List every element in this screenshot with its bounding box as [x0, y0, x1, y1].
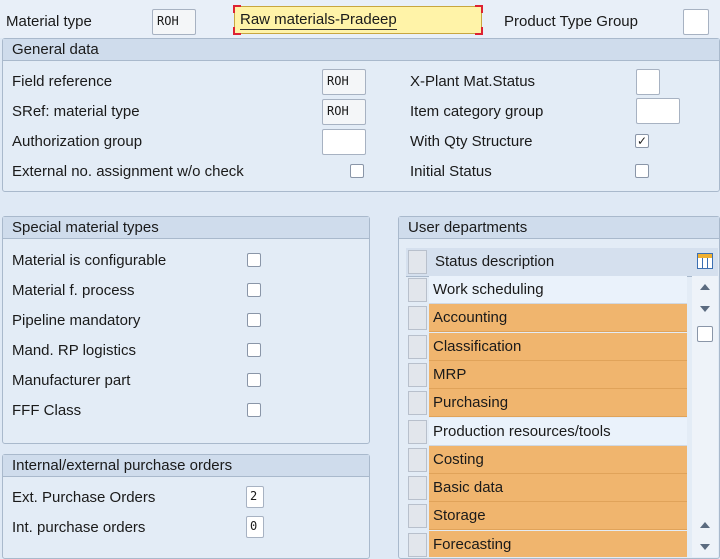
focus-corner-tl	[233, 5, 241, 13]
department-row[interactable]: Storage	[406, 502, 706, 531]
x-plant-status-label: X-Plant Mat.Status	[410, 73, 536, 90]
special-material-types-title: Special material types	[3, 217, 369, 239]
scroll-up-icon[interactable]	[700, 284, 710, 290]
department-row[interactable]: Classification	[406, 332, 706, 361]
material-type-description-text: Raw materials-Pradeep	[240, 11, 397, 30]
special-item-label: FFF Class	[12, 402, 82, 419]
sref-material-type-input[interactable]: ROH	[322, 99, 366, 125]
row-selector[interactable]	[408, 476, 427, 501]
focus-corner-br	[475, 27, 483, 35]
focus-corner-bl	[233, 27, 241, 35]
row-selector[interactable]	[408, 334, 427, 359]
row-selector[interactable]	[408, 447, 427, 472]
with-qty-structure-label: With Qty Structure	[410, 133, 533, 150]
department-label: Production resources/tools	[429, 417, 687, 446]
special-item-checkbox[interactable]	[247, 403, 261, 417]
material-type-code-field[interactable]: ROH	[152, 9, 196, 35]
special-item-checkbox[interactable]	[247, 283, 261, 297]
x-plant-status-input[interactable]	[636, 69, 660, 95]
special-item-label: Material is configurable	[12, 252, 167, 269]
special-item-label: Mand. RP logistics	[12, 342, 136, 359]
select-all-cell[interactable]	[408, 250, 427, 274]
department-row[interactable]: Purchasing	[406, 389, 706, 418]
department-row[interactable]: Costing	[406, 445, 706, 474]
special-item-checkbox[interactable]	[247, 373, 261, 387]
department-row[interactable]: Forecasting	[406, 530, 706, 557]
special-item-checkbox[interactable]	[247, 313, 261, 327]
special-item-label: Manufacturer part	[12, 372, 131, 389]
row-selector[interactable]	[408, 419, 427, 444]
scroll-down-bottom-icon[interactable]	[700, 544, 710, 550]
department-label: Purchasing	[429, 389, 687, 418]
material-type-description-input[interactable]: Raw materials-Pradeep	[233, 5, 483, 35]
special-item-label: Material f. process	[12, 282, 135, 299]
departments-rows: Work scheduling Accounting Classification M…	[406, 276, 696, 557]
authorization-group-label: Authorization group	[12, 133, 143, 150]
department-row[interactable]: MRP	[406, 360, 706, 389]
row-selector[interactable]	[408, 532, 427, 557]
department-label: Work scheduling	[429, 276, 687, 304]
product-type-group-field[interactable]	[683, 9, 709, 35]
department-label: Costing	[429, 445, 687, 474]
focus-corner-tr	[475, 5, 483, 13]
special-item-label: Pipeline mandatory	[12, 312, 141, 329]
row-selector[interactable]	[408, 504, 427, 529]
department-row[interactable]: Production resources/tools	[406, 417, 706, 446]
department-label: Forecasting	[429, 530, 687, 557]
purchase-orders-title: Internal/external purchase orders	[3, 455, 369, 477]
initial-status-checkbox[interactable]	[635, 164, 649, 178]
field-reference-input[interactable]: ROH	[322, 69, 366, 95]
external-no-assignment-checkbox[interactable]	[350, 164, 364, 178]
status-description-column-header[interactable]: Status description	[435, 253, 554, 271]
department-label: Storage	[429, 502, 687, 531]
authorization-group-input[interactable]	[322, 129, 366, 155]
special-item-checkbox[interactable]	[247, 253, 261, 267]
vertical-scrollbar[interactable]	[692, 276, 718, 557]
department-row[interactable]: Basic data	[406, 474, 706, 503]
row-selector[interactable]	[408, 391, 427, 416]
row-selector[interactable]	[408, 306, 427, 331]
department-label: Classification	[429, 332, 687, 361]
department-row[interactable]: Work scheduling	[406, 276, 706, 304]
table-settings-icon[interactable]	[697, 253, 713, 269]
scroll-down-icon[interactable]	[700, 306, 710, 312]
int-purchase-orders-input[interactable]: 0	[246, 516, 264, 538]
department-label: Accounting	[429, 304, 687, 333]
initial-status-label: Initial Status	[410, 163, 492, 180]
item-category-group-input[interactable]	[636, 98, 680, 124]
product-type-group-label: Product Type Group	[504, 13, 638, 30]
ext-purchase-orders-label: Ext. Purchase Orders	[12, 489, 156, 506]
departments-table: Status description Work scheduling Accoun…	[406, 248, 718, 557]
row-selector[interactable]	[408, 362, 427, 387]
scroll-up-bottom-icon[interactable]	[700, 522, 710, 528]
general-data-title: General data	[3, 39, 719, 61]
item-category-group-label: Item category group	[410, 103, 544, 120]
sref-material-type-label: SRef: material type	[12, 103, 140, 120]
special-item-checkbox[interactable]	[247, 343, 261, 357]
external-no-assignment-label: External no. assignment w/o check	[12, 163, 244, 180]
with-qty-structure-checkbox[interactable]: ✓	[635, 134, 649, 148]
scroll-thumb[interactable]	[697, 326, 713, 342]
int-purchase-orders-label: Int. purchase orders	[12, 519, 146, 536]
department-label: MRP	[429, 360, 687, 389]
material-type-label: Material type	[6, 13, 92, 30]
ext-purchase-orders-input[interactable]: 2	[246, 486, 264, 508]
row-selector[interactable]	[408, 278, 427, 302]
user-departments-title: User departments	[399, 217, 719, 239]
table-header-row: Status description	[406, 248, 718, 277]
department-row[interactable]: Accounting	[406, 304, 706, 333]
field-reference-label: Field reference	[12, 73, 113, 90]
department-label: Basic data	[429, 474, 687, 503]
